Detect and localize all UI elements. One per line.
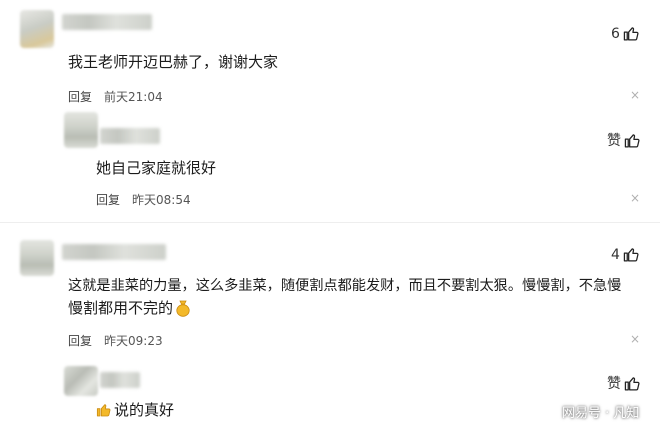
reply-text: 她自己家庭就很好: [96, 159, 217, 177]
close-icon[interactable]: ×: [630, 332, 640, 346]
avatar[interactable]: [20, 10, 54, 48]
comment-meta: 回复 昨天09:23: [68, 332, 163, 349]
comment-text: 慢割都用不完的: [68, 299, 174, 317]
reply-button[interactable]: 回复: [96, 193, 120, 207]
reply-button[interactable]: 回复: [68, 90, 92, 104]
comment-text-line-1: 这就是韭菜的力量，这么多韭菜，随便割点都能发财，而且不要割太狠。慢慢割，不急慢: [68, 278, 622, 294]
username[interactable]: [100, 128, 160, 144]
comment-time: 昨天09:23: [104, 334, 163, 348]
thumbs-up-icon: [624, 376, 640, 391]
like-button[interactable]: 赞: [607, 373, 641, 393]
like-button[interactable]: 6: [611, 25, 640, 42]
thumbs-up-emoji-icon: [96, 404, 111, 417]
thumbs-up-icon: [624, 133, 640, 148]
thumbs-up-icon: [623, 27, 639, 41]
like-label: 赞: [607, 376, 621, 392]
comment-text-line-2: 慢割都用不完的: [68, 296, 191, 320]
username[interactable]: [62, 14, 152, 30]
reply-meta: 回复 昨天08:54: [96, 191, 191, 208]
comment-meta: 回复 前天21:04: [68, 88, 163, 105]
like-count: 6: [611, 25, 620, 42]
like-button[interactable]: 4: [611, 246, 640, 263]
avatar[interactable]: [64, 366, 98, 396]
money-bag-emoji-icon: [176, 300, 190, 317]
reply-time: 昨天08:54: [132, 193, 191, 207]
divider: [0, 222, 660, 223]
like-label: 赞: [607, 133, 621, 149]
like-count: 4: [611, 246, 620, 263]
close-icon[interactable]: ×: [630, 88, 640, 102]
close-icon[interactable]: ×: [630, 191, 640, 205]
reply-text-row: 说的真好: [96, 398, 174, 422]
avatar[interactable]: [20, 240, 54, 276]
avatar[interactable]: [64, 112, 98, 148]
reply-text: 说的真好: [114, 401, 175, 419]
comment-text: 我王老师开迈巴赫了，谢谢大家: [68, 53, 279, 71]
username[interactable]: [100, 372, 140, 388]
username[interactable]: [62, 244, 166, 260]
like-button[interactable]: 赞: [607, 130, 641, 150]
watermark: 网易号 · 凡知: [562, 406, 640, 421]
comment-time: 前天21:04: [104, 90, 163, 104]
thumbs-up-icon: [623, 248, 639, 262]
reply-button[interactable]: 回复: [68, 334, 92, 348]
